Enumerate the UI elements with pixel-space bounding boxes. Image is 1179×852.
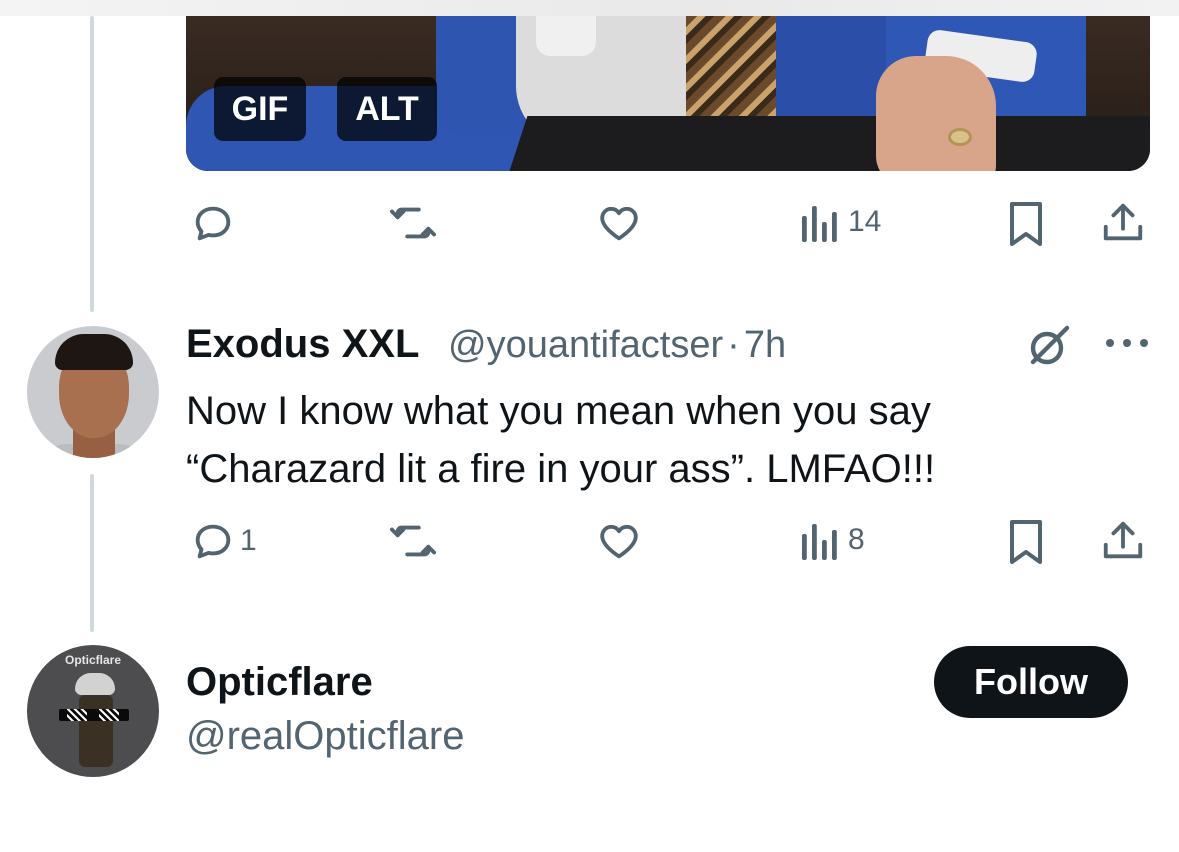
tweet-time[interactable]: 7h [744, 324, 786, 366]
like-button[interactable] [596, 518, 642, 564]
grok-icon[interactable] [1025, 322, 1073, 375]
gif-media[interactable] [186, 16, 1150, 171]
author-name[interactable]: Exodus XXL [186, 322, 419, 367]
retweet-button[interactable] [388, 518, 438, 564]
share-icon [1103, 203, 1143, 241]
follow-button[interactable]: Follow [934, 646, 1128, 718]
alt-badge[interactable]: ALT [337, 77, 437, 141]
share-icon [1103, 521, 1143, 559]
tweet-text-line-1: Now I know what you mean when you say [186, 389, 931, 433]
like-button[interactable] [596, 200, 642, 246]
tweet-meta: @youantifactser · 7h [448, 324, 786, 367]
reply-icon [195, 524, 231, 559]
retweet-icon [389, 525, 436, 557]
reply-button[interactable]: 1 [190, 518, 257, 564]
views-icon [802, 206, 837, 242]
author-handle[interactable]: @youantifactser [448, 324, 723, 366]
gif-badge[interactable]: GIF [214, 77, 306, 141]
reply-count: 1 [240, 524, 257, 557]
avatar-label: Opticflare [64, 653, 121, 667]
reply-button[interactable] [190, 200, 236, 246]
bookmark-icon [1010, 202, 1042, 246]
views-button[interactable]: 14 [800, 200, 881, 244]
bookmark-button[interactable] [1004, 200, 1048, 248]
share-button[interactable] [1100, 518, 1146, 564]
more-icon[interactable] [1104, 333, 1150, 358]
retweet-button[interactable] [388, 200, 438, 246]
suggested-user-name[interactable]: Opticflare [186, 660, 373, 705]
meta-separator: · [727, 324, 740, 366]
reply-icon [195, 206, 231, 241]
avatar-exodus[interactable] [27, 326, 159, 458]
retweet-icon [389, 207, 436, 239]
bookmark-button[interactable] [1004, 518, 1048, 566]
tweet-text: Now I know what you mean when you say “C… [186, 382, 1086, 498]
status-bar-edge [0, 0, 1179, 16]
avatar-opticflare[interactable]: Opticflare [27, 645, 159, 777]
views-icon [802, 524, 837, 560]
like-icon [600, 524, 638, 559]
tweet-text-line-2: “Charazard lit a fire in your ass”. LMFA… [186, 447, 936, 491]
thread-line-top [90, 16, 94, 312]
views-button[interactable]: 8 [800, 518, 865, 562]
suggested-user-handle[interactable]: @realOpticflare [186, 714, 464, 759]
views-count: 14 [848, 205, 882, 238]
share-button[interactable] [1100, 200, 1146, 246]
like-icon [600, 206, 638, 241]
thread-line-bottom [90, 474, 94, 632]
bookmark-icon [1010, 520, 1042, 564]
views-count: 8 [848, 523, 865, 556]
